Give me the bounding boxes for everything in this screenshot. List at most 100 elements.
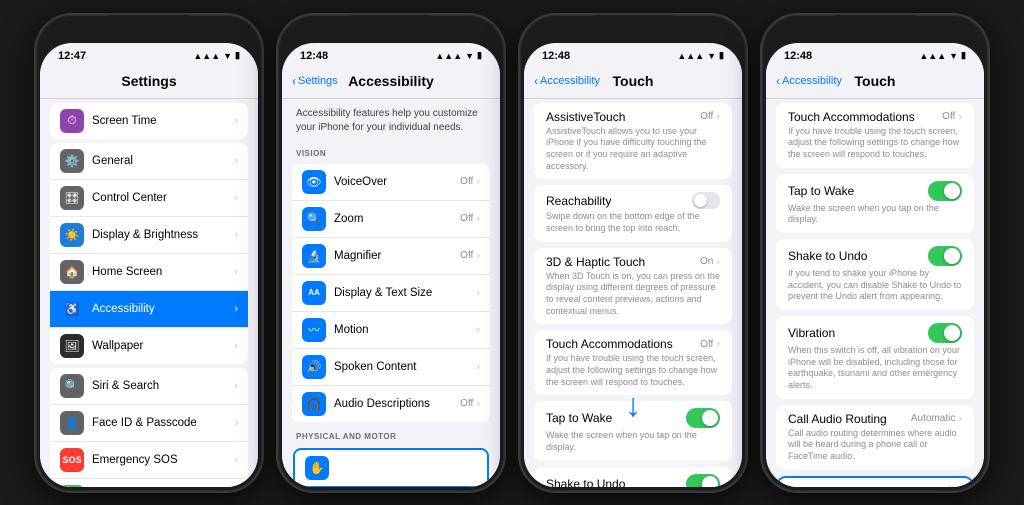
list-item[interactable]: 🔊 Spoken Content › [292,349,490,386]
wifi-icon: ▼ [465,51,474,61]
back-button-4[interactable]: ‹ Accessibility [776,74,842,88]
list-item[interactable]: 🖼 Wallpaper › [50,328,248,364]
screen-title-1: Settings [121,73,176,89]
touchacc-group-4: Touch Accommodations Off › If you have t… [776,103,974,168]
status-icons-2: ▲▲▲ ▼ ▮ [435,50,482,61]
battery-item-icon: 🔋 [60,485,84,487]
status-icons-1: ▲▲▲ ▼ ▮ [193,50,240,61]
touchacc-item-4[interactable]: Touch Accommodations Off › If you have t… [776,103,974,168]
reachability-toggle[interactable] [692,192,720,209]
touchacc-desc: If you have trouble using the touch scre… [546,353,720,388]
list-item[interactable]: 👤 Face ID & Passcode › [50,405,248,442]
status-bar-4: 12:48 ▲▲▲ ▼ ▮ [766,43,984,65]
general-icon: ⚙️ [60,149,84,173]
list-item[interactable]: ⏱ Screen Time › [50,103,248,139]
screen-2: 12:48 ▲▲▲ ▼ ▮ ‹ Settings Accessibility A… [282,43,500,487]
shakeundo-toggle[interactable] [686,474,720,487]
list-item[interactable]: ⚙️ General › [50,143,248,180]
vibration-toggle-4[interactable] [928,323,962,343]
signal-icon: ▲▲▲ [193,51,220,61]
wifi-icon: ▼ [707,51,716,61]
zoom-icon: 🔍 [302,207,326,231]
list-item[interactable]: 🔍 Siri & Search › [50,368,248,405]
reachability-desc: Swipe down on the bottom edge of the scr… [546,211,720,234]
screen-title-4: Touch [855,73,896,89]
list-item[interactable]: AA Display & Text Size › [292,275,490,312]
backtap-item-4[interactable]: Back Tap Off › Double or triple tap on t… [778,478,972,487]
arrow-down-3: ↓ [625,389,641,421]
settings-group-2: ⚙️ General › 🎛 Control Center › ☀️ Displ… [50,143,248,364]
taptowake-toggle-4[interactable] [928,181,962,201]
taptowake-desc-4: Wake the screen when you tap on the disp… [788,203,962,226]
nav-bar-4: ‹ Accessibility Touch [766,65,984,99]
battery-icon: ▮ [961,50,966,61]
nav-bar-3: ‹ Accessibility Touch [524,65,742,99]
list-item[interactable]: 〰 Motion › [292,312,490,349]
phone-4: 12:48 ▲▲▲ ▼ ▮ ‹ Accessibility Touch [760,13,990,493]
phone-2: 12:48 ▲▲▲ ▼ ▮ ‹ Settings Accessibility A… [276,13,506,493]
status-bar-1: 12:47 ▲▲▲ ▼ ▮ [40,43,258,65]
taptowake-item-4[interactable]: Tap to Wake Wake the screen when you tap… [776,174,974,233]
back-button-2[interactable]: ‹ Settings [292,74,338,88]
callaudio-desc-4: Call audio routing determines where audi… [788,428,962,463]
wifi-icon: ▼ [223,51,232,61]
list-item[interactable]: 🔋 Battery › [50,479,248,487]
signal-icon: ▲▲▲ [435,51,462,61]
list-item[interactable]: 🏠 Home Screen › [50,254,248,291]
taptowake-desc: Wake the screen when you tap on the disp… [546,430,720,453]
screen-3: 12:48 ▲▲▲ ▼ ▮ ‹ Accessibility Touch [524,43,742,487]
backtap-group-4: Back Tap Off › Double or triple tap on t… [776,476,974,487]
physical-group: ✋ Touch › 👁 Face ID & Attention › 🔄 Swit… [292,447,490,487]
taptowake-toggle[interactable] [686,408,720,428]
status-time-2: 12:48 [300,50,328,62]
voiceover-icon: 👁 [302,170,326,194]
touchacc-desc-4: If you have trouble using the touch scre… [788,126,962,161]
haptic-item[interactable]: 3D & Haptic Touch On › When 3D Touch is … [534,248,732,325]
reachability-item[interactable]: Reachability Swipe down on the bottom ed… [534,185,732,241]
vision-group: 👁 VoiceOver Off › 🔍 Zoom Off › 🔬 Magnifi… [292,164,490,422]
display-icon: ☀️ [60,223,84,247]
status-time-1: 12:47 [58,50,86,62]
shakeundo-item-4[interactable]: Shake to Undo If you tend to shake your … [776,239,974,310]
list-item[interactable]: 🔍 Zoom Off › [292,201,490,238]
list-item[interactable]: 🎧 Audio Descriptions Off › [292,386,490,422]
battery-icon: ▮ [477,50,482,61]
shakeundo-group: Shake to Undo If you tend to shake your … [534,467,732,487]
battery-icon: ▮ [235,50,240,61]
back-button-3[interactable]: ‹ Accessibility [534,74,600,88]
shakeundo-item[interactable]: Shake to Undo If you tend to shake your … [534,467,732,487]
list-item[interactable]: 👁 VoiceOver Off › [292,164,490,201]
callaudio-group-4: Call Audio Routing Automatic › Call audi… [776,405,974,470]
screen-title-2: Accessibility [348,73,434,89]
nav-bar-1: Settings [40,65,258,99]
screen-4: 12:48 ▲▲▲ ▼ ▮ ‹ Accessibility Touch [766,43,984,487]
touch-content-3: AssistiveTouch Off › AssistiveTouch allo… [524,99,742,487]
list-item[interactable]: 🔬 Magnifier Off › [292,238,490,275]
shakeundo-group-4: Shake to Undo If you tend to shake your … [776,239,974,310]
touch-item[interactable]: ✋ Touch › [293,448,489,487]
list-item[interactable]: SOS Emergency SOS › [50,442,248,479]
status-time-3: 12:48 [542,50,570,62]
haptic-group: 3D & Haptic Touch On › When 3D Touch is … [534,248,732,325]
callaudio-item-4[interactable]: Call Audio Routing Automatic › Call audi… [776,405,974,470]
acc-description: Accessibility features help you customiz… [282,99,500,143]
status-icons-3: ▲▲▲ ▼ ▮ [677,50,724,61]
reachability-group: Reachability Swipe down on the bottom ed… [534,185,732,241]
status-icons-4: ▲▲▲ ▼ ▮ [919,50,966,61]
phone-1: 12:47 ▲▲▲ ▼ ▮ Settings ⏱ Screen Time › [34,13,264,493]
control-icon: 🎛 [60,186,84,210]
wallpaper-icon: 🖼 [60,334,84,358]
vibration-item-4[interactable]: Vibration When this switch is off, all v… [776,316,974,399]
assistive-group: AssistiveTouch Off › AssistiveTouch allo… [534,103,732,180]
magnifier-icon: 🔬 [302,244,326,268]
list-item[interactable]: 🎛 Control Center › [50,180,248,217]
wifi-icon: ▼ [949,51,958,61]
signal-icon: ▲▲▲ [677,51,704,61]
list-item[interactable]: ☀️ Display & Brightness › [50,217,248,254]
assistive-touch-item[interactable]: AssistiveTouch Off › AssistiveTouch allo… [534,103,732,180]
faceid-icon: 👤 [60,411,84,435]
settings-group-3: 🔍 Siri & Search › 👤 Face ID & Passcode ›… [50,368,248,487]
motion-icon: 〰 [302,318,326,342]
shakeundo-toggle-4[interactable] [928,246,962,266]
accessibility-item[interactable]: ♿ Accessibility › [50,291,248,328]
